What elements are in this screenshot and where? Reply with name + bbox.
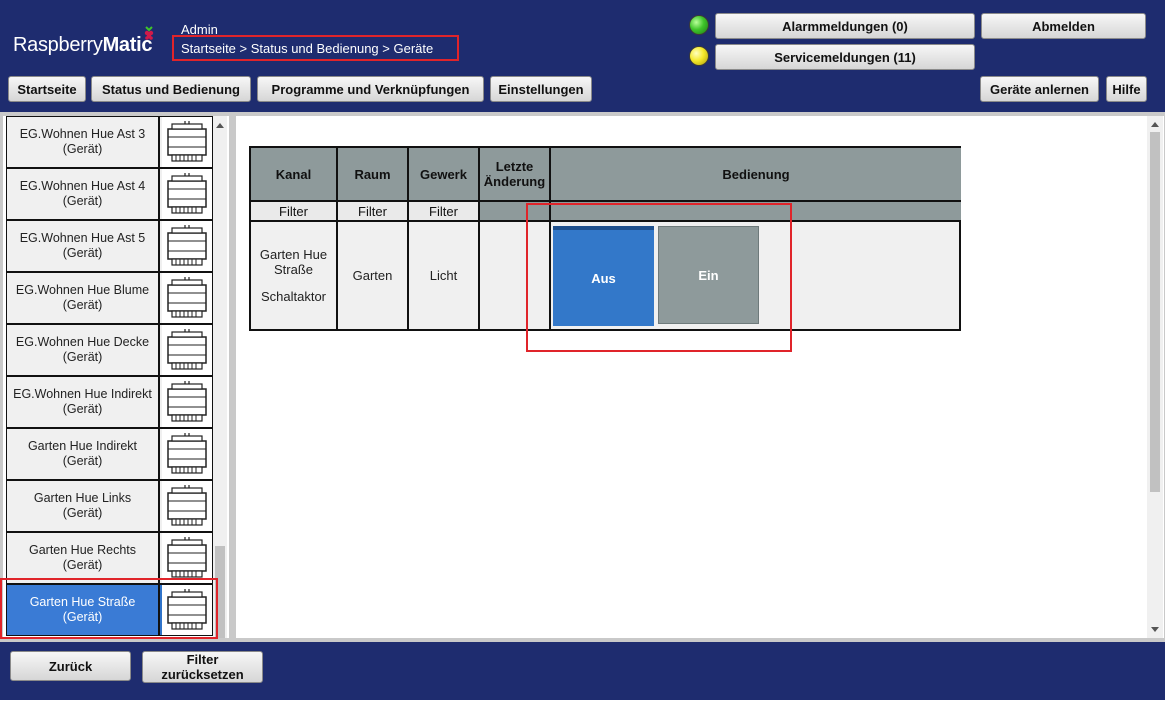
device-label: EG.Wohnen Hue Ast 3 (Gerät) — [7, 117, 160, 167]
device-type: (Gerät) — [62, 402, 103, 416]
device-label: EG.Wohnen Hue Indirekt (Gerät) — [7, 377, 160, 427]
channel-panel-scrollbar[interactable] — [1147, 116, 1163, 638]
scroll-up-arrow-icon[interactable] — [1151, 122, 1159, 127]
logout-button[interactable]: Abmelden — [981, 13, 1146, 39]
channel-cell: Garten Hue Straße Schaltaktor — [251, 222, 338, 329]
filter-channel-button[interactable]: Filter — [251, 200, 338, 222]
device-name: EG.Wohnen Hue Ast 5 — [19, 231, 146, 245]
back-button[interactable]: Zurück — [10, 651, 131, 681]
sidebar-device-item[interactable]: EG.Wohnen Hue Ast 4 (Gerät) — [6, 168, 213, 220]
service-messages-button[interactable]: Servicemeldungen (11) — [715, 44, 975, 70]
column-header-room[interactable]: Raum — [338, 148, 409, 200]
teach-devices-button[interactable]: Geräte anlernen — [980, 76, 1099, 102]
device-name: EG.Wohnen Hue Ast 4 — [19, 179, 146, 193]
device-label: EG.Wohnen Hue Ast 5 (Gerät) — [7, 221, 160, 271]
channel-name: Garten Hue Straße — [259, 247, 328, 277]
device-label: Garten Hue Indirekt (Gerät) — [7, 429, 160, 479]
control-highlight — [526, 203, 792, 352]
breadcrumb-highlight — [172, 35, 459, 61]
device-name: EG.Wohnen Hue Blume — [15, 283, 150, 297]
sidebar-device-item[interactable]: EG.Wohnen Hue Blume (Gerät) — [6, 272, 213, 324]
device-name: EG.Wohnen Hue Ast 3 — [19, 127, 146, 141]
device-list: EG.Wohnen Hue Ast 3 (Gerät) EG.Wohnen Hue … — [3, 116, 229, 638]
room-cell: Garten — [338, 222, 409, 329]
sidebar-device-item[interactable]: EG.Wohnen Hue Decke (Gerät) — [6, 324, 213, 376]
app-window: RaspberryMatic Admin Startseite > Status… — [0, 0, 1165, 703]
trade-cell: Licht — [409, 222, 480, 329]
app-logo: RaspberryMatic — [13, 34, 153, 56]
scrollbar-thumb[interactable] — [1150, 132, 1160, 492]
switch-actuator-icon — [162, 481, 212, 531]
sidebar-device-item[interactable]: EG.Wohnen Hue Ast 5 (Gerät) — [6, 220, 213, 272]
header: RaspberryMatic Admin Startseite > Status… — [0, 0, 1165, 112]
help-button[interactable]: Hilfe — [1106, 76, 1147, 102]
sidebar-device-item[interactable]: Garten Hue Indirekt (Gerät) — [6, 428, 213, 480]
device-name: Garten Hue Links — [33, 491, 132, 505]
device-type: (Gerät) — [62, 506, 103, 520]
device-label: EG.Wohnen Hue Ast 4 (Gerät) — [7, 169, 160, 219]
sidebar-device-item[interactable]: EG.Wohnen Hue Indirekt (Gerät) — [6, 376, 213, 428]
device-name: Garten Hue Rechts — [29, 543, 136, 557]
device-name: EG.Wohnen Hue Decke — [15, 335, 150, 349]
filter-trade-button[interactable]: Filter — [409, 200, 480, 222]
column-header-last-change[interactable]: Letzte Änderung — [480, 148, 551, 200]
switch-actuator-icon — [162, 169, 212, 219]
sidebar-device-item[interactable]: Garten Hue Links (Gerät) — [6, 480, 213, 532]
column-header-channel[interactable]: Kanal — [251, 148, 338, 200]
reset-filter-button[interactable]: Filter zurücksetzen — [142, 651, 263, 683]
device-type: (Gerät) — [62, 142, 103, 156]
sidebar-device-item[interactable]: Garten Hue Rechts (Gerät) — [6, 532, 213, 584]
device-label: EG.Wohnen Hue Blume (Gerät) — [7, 273, 160, 323]
nav-programs-button[interactable]: Programme und Verknüpfungen — [257, 76, 484, 102]
alarm-messages-button[interactable]: Alarmmeldungen (0) — [715, 13, 975, 39]
device-type: (Gerät) — [62, 350, 103, 364]
switch-actuator-icon — [162, 273, 212, 323]
filter-room-button[interactable]: Filter — [338, 200, 409, 222]
reset-filter-label-line2: zurücksetzen — [161, 667, 244, 682]
sidebar-device-item[interactable]: EG.Wohnen Hue Ast 3 (Gerät) — [6, 116, 213, 168]
channel-type: Schaltaktor — [260, 289, 327, 304]
device-label: EG.Wohnen Hue Decke (Gerät) — [7, 325, 160, 375]
nav-status-button[interactable]: Status und Bedienung — [91, 76, 251, 102]
raspberry-logo-icon — [144, 26, 154, 40]
device-list-scrollbar[interactable] — [213, 116, 227, 638]
alarm-status-led-icon — [689, 15, 709, 35]
column-header-control: Bedienung — [551, 148, 961, 200]
device-type: (Gerät) — [62, 298, 103, 312]
column-header-trade[interactable]: Gewerk — [409, 148, 480, 200]
device-label: Garten Hue Links (Gerät) — [7, 481, 160, 531]
device-type: (Gerät) — [62, 194, 103, 208]
device-type: (Gerät) — [62, 454, 103, 468]
reset-filter-label-line1: Filter — [186, 652, 219, 667]
switch-actuator-icon — [162, 325, 212, 375]
device-type: (Gerät) — [62, 558, 103, 572]
scroll-down-arrow-icon[interactable] — [1151, 627, 1159, 632]
device-name: Garten Hue Indirekt — [27, 439, 138, 453]
device-name: EG.Wohnen Hue Indirekt — [13, 387, 152, 401]
selected-device-highlight — [0, 578, 218, 639]
device-type: (Gerät) — [62, 246, 103, 260]
nav-settings-button[interactable]: Einstellungen — [490, 76, 592, 102]
switch-actuator-icon — [162, 533, 212, 583]
nav-home-button[interactable]: Startseite — [8, 76, 86, 102]
scroll-up-arrow-icon[interactable] — [216, 123, 224, 128]
device-label: Garten Hue Rechts (Gerät) — [7, 533, 160, 583]
service-status-led-icon — [689, 46, 709, 66]
switch-actuator-icon — [162, 221, 212, 271]
switch-actuator-icon — [162, 429, 212, 479]
switch-actuator-icon — [162, 117, 212, 167]
switch-actuator-icon — [162, 377, 212, 427]
